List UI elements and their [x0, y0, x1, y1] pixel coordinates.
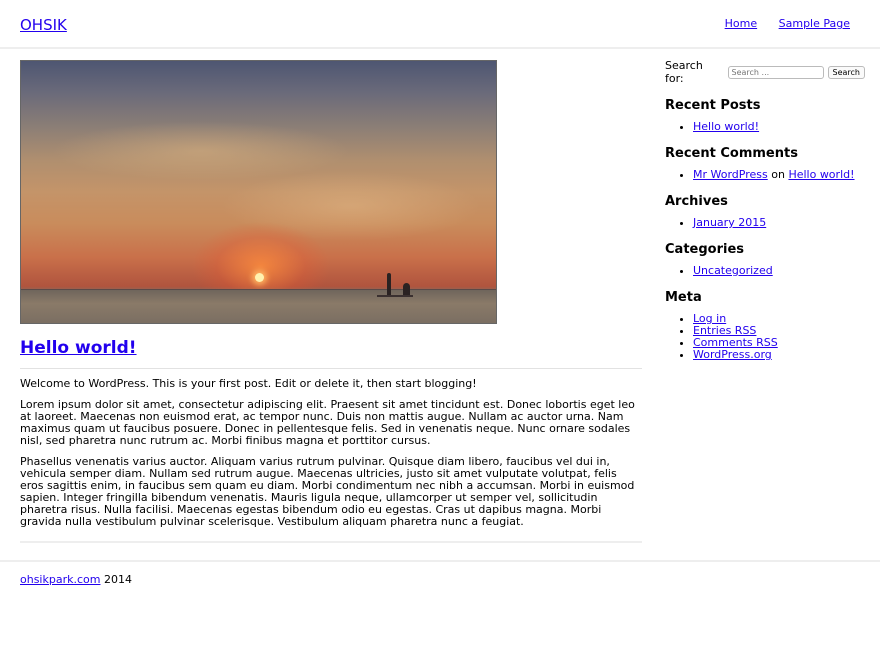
widget-meta: Meta Log in Entries RSS Comments RSS Wor…	[665, 290, 865, 361]
post-paragraph: Phasellus venenatis varius auctor. Aliqu…	[20, 455, 635, 528]
comment-connector: on	[771, 168, 785, 181]
widget-categories: Categories Uncategorized	[665, 242, 865, 277]
title-divider	[20, 368, 642, 369]
main-content: Hello world! Welcome to WordPress. This …	[20, 60, 642, 543]
comment-post-link[interactable]: Hello world!	[788, 168, 854, 181]
nav-sample-page[interactable]: Sample Page	[779, 17, 850, 30]
widget-title: Meta	[665, 290, 702, 305]
footer-year: 2014	[103, 573, 132, 586]
image-sun	[255, 273, 264, 282]
list-item: Uncategorized	[693, 265, 865, 277]
image-cloud	[51, 121, 351, 181]
search-button[interactable]: Search	[827, 65, 865, 79]
widget-archives: Archives January 2015	[665, 194, 865, 229]
widget-title: Categories	[665, 242, 745, 257]
post-paragraph: Lorem ipsum dolor sit amet, consectetur …	[20, 398, 635, 447]
post-title: Hello world!	[20, 338, 137, 358]
recent-post-link[interactable]: Hello world!	[693, 120, 759, 133]
search-input[interactable]	[727, 65, 824, 79]
post-paragraph: Welcome to WordPress. This is your first…	[20, 377, 477, 390]
search-form: Search for: Search	[665, 59, 865, 85]
list-item: Hello world!	[693, 121, 865, 133]
widget-recent-posts: Recent Posts Hello world!	[665, 98, 865, 133]
image-person-sitting	[403, 283, 410, 295]
image-sea	[21, 289, 496, 323]
list-item: Mr WordPress on Hello world!	[693, 169, 865, 181]
post-content: Welcome to WordPress. This is your first…	[20, 378, 642, 537]
archive-link[interactable]: January 2015	[693, 216, 766, 229]
footer-site-link[interactable]: ohsikpark.com	[20, 573, 100, 586]
image-person-standing	[387, 273, 391, 295]
list-item: January 2015	[693, 217, 865, 229]
list-item: WordPress.org	[693, 349, 865, 361]
post-divider	[20, 541, 642, 543]
site-header: OHSIK Home Sample Page	[0, 0, 880, 49]
nav-home[interactable]: Home	[725, 17, 757, 30]
meta-wordpress-link[interactable]: WordPress.org	[693, 348, 772, 361]
site-footer: ohsikpark.com 2014	[20, 573, 132, 586]
site-title-link[interactable]: OHSIK	[20, 16, 67, 34]
image-paddleboard	[377, 295, 413, 297]
post-title-link[interactable]: Hello world!	[20, 338, 137, 358]
footer-divider	[0, 560, 880, 562]
widget-title: Recent Posts	[665, 98, 761, 113]
search-label: Search for:	[665, 59, 703, 85]
sidebar: Search for: Search Recent Posts Hello wo…	[665, 59, 865, 361]
featured-image[interactable]	[20, 60, 497, 324]
widget-title: Archives	[665, 194, 728, 209]
category-link[interactable]: Uncategorized	[693, 264, 773, 277]
comment-author-link[interactable]: Mr WordPress	[693, 168, 768, 181]
primary-nav: Home Sample Page	[707, 17, 850, 30]
widget-title: Recent Comments	[665, 146, 798, 161]
widget-recent-comments: Recent Comments Mr WordPress on Hello wo…	[665, 146, 865, 181]
